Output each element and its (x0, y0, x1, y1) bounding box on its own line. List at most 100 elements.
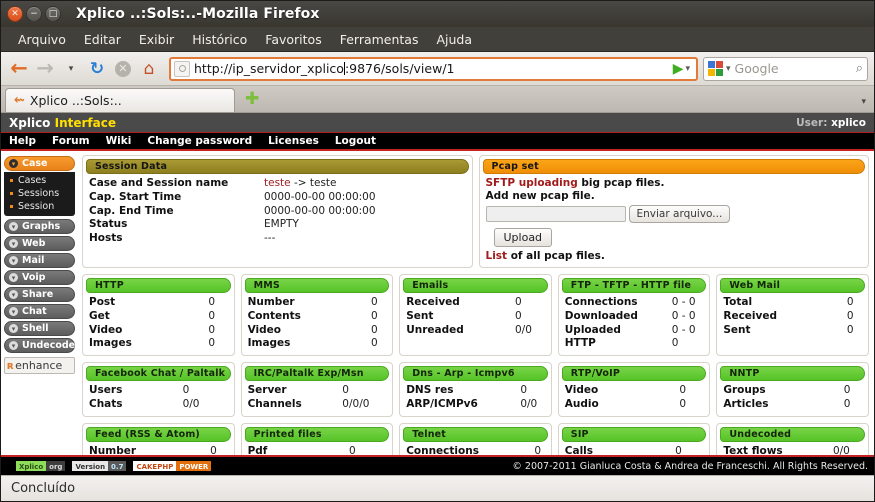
table-row: Calls 0 (562, 445, 707, 455)
table-row: Post 0 (86, 296, 231, 310)
url-dropdown-icon[interactable]: ▾ (685, 64, 690, 74)
panel-http: HTTP Post 0 Get 0 Video 0 Images 0 (82, 274, 235, 357)
sidebar-item-undecoded[interactable]: ▾ Undecoded (4, 338, 82, 353)
sidebar-item-session[interactable]: Session (4, 200, 75, 213)
topmenu-change-password[interactable]: Change password (147, 135, 252, 147)
chevron-down-icon: ▾ (9, 324, 18, 333)
bullet-icon (10, 205, 13, 208)
row-value: 0/0 (182, 397, 200, 410)
sidebar-item-sessions[interactable]: Sessions (4, 187, 75, 200)
home-button[interactable]: ⌂ (137, 57, 161, 81)
url-input[interactable]: http://ip_servidor_xplico:9876/sols/view… (194, 61, 671, 76)
url-bar[interactable]: http://ip_servidor_xplico:9876/sols/view… (169, 56, 698, 81)
sidebar-item-cases[interactable]: Cases (4, 174, 75, 187)
topmenu-logout[interactable]: Logout (335, 135, 376, 147)
menu-editar[interactable]: Editar (75, 30, 130, 49)
list-link[interactable]: List (486, 250, 508, 262)
new-tab-button[interactable]: ✚ (245, 91, 259, 108)
browser-statusbar: Concluído (1, 475, 874, 501)
window-minimize-button[interactable]: − (26, 6, 42, 22)
search-engine-caret-icon[interactable]: ▾ (726, 64, 731, 74)
panel-ftp-tftp-http-file: FTP - TFTP - HTTP file Connections 0 - 0 … (557, 274, 711, 357)
row-key: Server (247, 384, 287, 397)
window-maximize-button[interactable]: □ (45, 6, 61, 22)
search-icon[interactable]: ⌕ (856, 61, 863, 76)
topmenu-forum[interactable]: Forum (52, 135, 90, 147)
row-key: Number (247, 296, 295, 308)
sidebar-item-voip[interactable]: ▾ Voip (4, 270, 75, 285)
table-row: Sent 0 (720, 324, 865, 338)
badge-xplico-org[interactable]: Xplico org (15, 460, 67, 472)
tab-xplico[interactable]: ⇜ Xplico ..:Sols:.. (5, 88, 235, 112)
sidebar-item-cases-label: Cases (18, 175, 47, 186)
table-row: Contents 0 (245, 310, 390, 324)
sidebar-item-share[interactable]: ▾ Share (4, 287, 75, 302)
badge-version-left: Version (72, 461, 109, 471)
table-row: Unreaded 0/0 (403, 324, 548, 338)
row-key: Groups (723, 384, 766, 397)
minimize-icon: − (30, 8, 38, 19)
topmenu-help[interactable]: Help (9, 135, 36, 147)
add-pcap-label: Add new pcap file. (485, 190, 595, 202)
menu-ferramentas[interactable]: Ferramentas (331, 30, 428, 49)
history-dropdown-button[interactable]: ▾ (59, 57, 83, 81)
topmenu-wiki[interactable]: Wiki (106, 135, 132, 147)
table-row: Pdf 0 (245, 445, 390, 455)
row-key: Case and Session name (89, 177, 229, 189)
window-close-button[interactable]: ✕ (7, 6, 23, 22)
table-row: Number 0 (245, 296, 390, 310)
user-info: User: xplico (796, 117, 866, 129)
chevron-down-icon: ▾ (68, 63, 74, 74)
undecoded-table: Text flows 0/0 (720, 445, 865, 455)
chevron-down-icon: ▾ (9, 307, 18, 316)
badge-cakephp[interactable]: CAKEPHP POWER (132, 460, 213, 472)
table-row: Case and Session name teste -> teste (86, 177, 469, 191)
sftp-link[interactable]: SFTP uploading (486, 177, 578, 189)
search-bar[interactable]: ▾ Google ⌕ (703, 56, 868, 81)
row-value: 0 - 0 (671, 296, 696, 308)
table-row: Video 0 (86, 324, 231, 338)
reload-button[interactable]: ↻ (85, 57, 109, 81)
stop-button[interactable]: ✕ (111, 57, 135, 81)
tab-list-icon[interactable]: ▾ (861, 97, 866, 107)
xplico-logo: Xplico Interface (9, 116, 116, 130)
pcap-set-body: SFTP uploading big pcap files. Add new p… (483, 174, 866, 262)
back-button[interactable]: ← (7, 57, 31, 81)
row-key: Video (564, 384, 599, 397)
enhance-widget[interactable]: ʀ enhance (4, 357, 75, 374)
sidebar-item-share-label: Share (22, 289, 54, 300)
top-row: Session Data Case and Session name teste… (82, 155, 869, 268)
table-row: Video 0 (245, 324, 390, 338)
table-row: Cap. End Time 0000-00-00 00:00:00 (86, 205, 469, 219)
sidebar-item-session-label: Session (18, 201, 55, 212)
sidebar-group-case[interactable]: ▾ Case (4, 156, 75, 171)
menu-arquivo[interactable]: Arquivo (9, 30, 75, 49)
sidebar-item-sessions-label: Sessions (18, 188, 60, 199)
panel-sip-title: SIP (561, 426, 707, 442)
sidebar-item-shell[interactable]: ▾ Shell (4, 321, 75, 336)
choose-file-button[interactable]: Enviar arquivo... (628, 205, 731, 223)
upload-button[interactable]: Upload (493, 228, 553, 247)
sidebar-item-graphs[interactable]: ▾ Graphs (4, 219, 75, 234)
search-input[interactable]: Google (735, 61, 856, 76)
chevron-down-icon: ▾ (9, 239, 18, 248)
file-path-input[interactable] (485, 206, 626, 222)
sidebar-item-mail[interactable]: ▾ Mail (4, 253, 75, 268)
sidebar-item-web[interactable]: ▾ Web (4, 236, 75, 251)
menu-exibir[interactable]: Exibir (130, 30, 183, 49)
go-icon[interactable]: ▶ (673, 61, 684, 77)
forward-button[interactable]: → (33, 57, 57, 81)
sidebar: ▾ Case Cases Sessions Session ▾ Graphs ▾ W… (1, 151, 82, 455)
panel-printed-title: Printed files (244, 426, 390, 442)
user-label: User: (796, 116, 828, 129)
menu-favoritos[interactable]: Favoritos (256, 30, 330, 49)
topmenu-licenses[interactable]: Licenses (268, 135, 319, 147)
nntp-table: Groups 0 Articles 0 (720, 384, 865, 412)
menu-historico[interactable]: Histórico (183, 30, 256, 49)
row-key: Audio (564, 397, 599, 410)
sidebar-item-chat[interactable]: ▾ Chat (4, 304, 75, 319)
row-value: 0 (515, 296, 522, 308)
row-value: 0 (208, 337, 216, 350)
table-row: Cap. Start Time 0000-00-00 00:00:00 (86, 191, 469, 205)
menu-ajuda[interactable]: Ajuda (427, 30, 481, 49)
